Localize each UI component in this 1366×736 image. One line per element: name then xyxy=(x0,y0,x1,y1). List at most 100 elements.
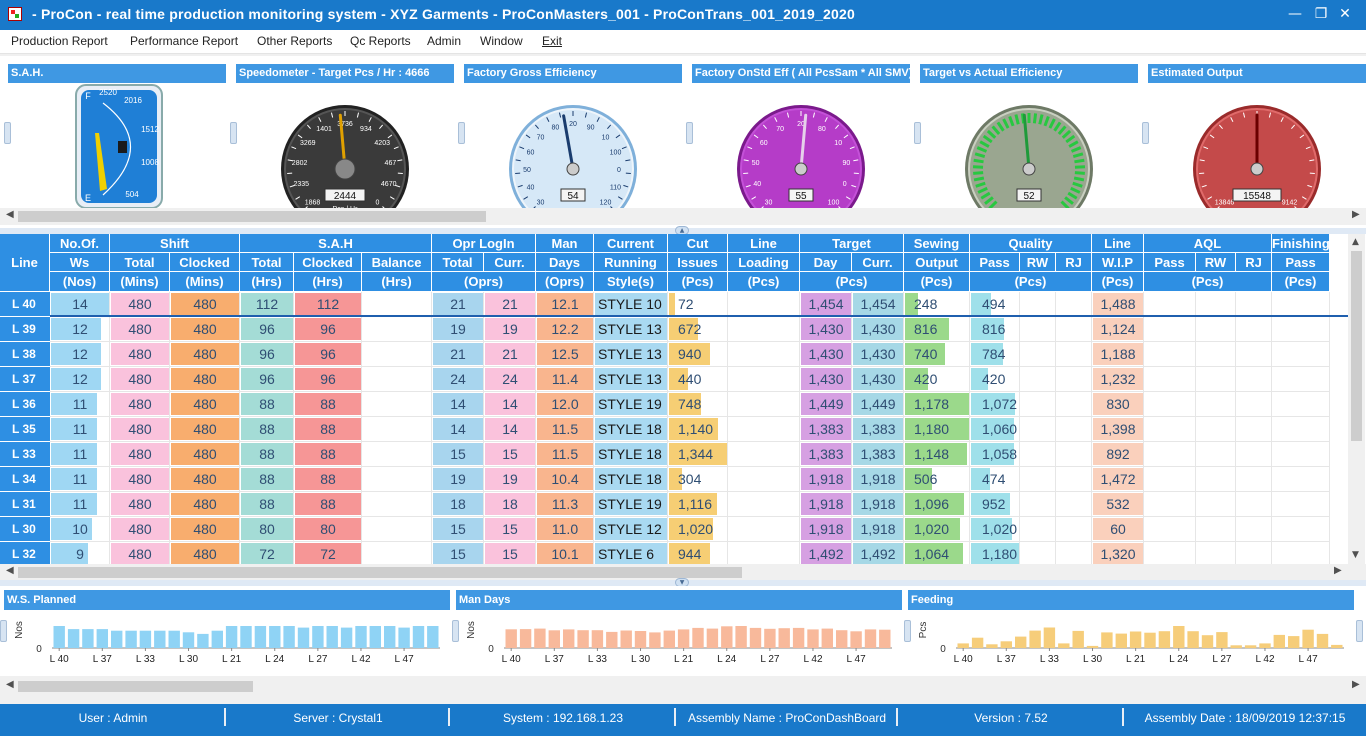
grid-cell[interactable] xyxy=(1020,367,1056,392)
grid-cell[interactable]: 96 xyxy=(240,342,294,367)
column-unit-header[interactable]: (Hrs) xyxy=(294,272,362,292)
column-header[interactable]: Pass xyxy=(1144,253,1196,272)
grid-cell[interactable]: 1,918 xyxy=(800,467,852,492)
grid-cell[interactable]: 1,344 xyxy=(668,442,728,467)
grid-cell[interactable]: 784 xyxy=(970,342,1020,367)
grid-cell[interactable]: 1,430 xyxy=(852,367,904,392)
grid-cell[interactable] xyxy=(1056,492,1092,517)
grid-cell[interactable]: 24 xyxy=(484,367,536,392)
grid-cell[interactable]: 15 xyxy=(484,442,536,467)
grid-cell[interactable]: STYLE 18 xyxy=(594,442,668,467)
grid-cell[interactable]: 1,449 xyxy=(852,392,904,417)
column-group-header[interactable]: Line xyxy=(1092,234,1144,253)
grid-vertical-scrollbar[interactable]: ▲ ▼ xyxy=(1348,234,1365,564)
grid-cell[interactable] xyxy=(1020,392,1056,417)
panel-toggle-icon[interactable] xyxy=(458,122,465,144)
column-unit-header[interactable]: (Oprs) xyxy=(536,272,594,292)
grid-cell[interactable]: 14 xyxy=(432,417,484,442)
scroll-left-icon[interactable]: ◀ xyxy=(6,565,14,576)
grid-cell[interactable] xyxy=(728,517,800,542)
row-line-label[interactable]: L 34 xyxy=(0,467,50,492)
panel-toggle-icon[interactable] xyxy=(686,122,693,144)
column-header[interactable]: Clocked xyxy=(294,253,362,272)
grid-cell[interactable] xyxy=(1196,342,1236,367)
grid-cell[interactable] xyxy=(1236,442,1272,467)
grid-cell[interactable]: 1,383 xyxy=(800,417,852,442)
grid-cell[interactable] xyxy=(1236,342,1272,367)
grid-cell[interactable] xyxy=(1144,417,1196,442)
grid-cell[interactable]: 19 xyxy=(484,467,536,492)
grid-cell[interactable] xyxy=(1056,342,1092,367)
grid-cell[interactable]: 1,430 xyxy=(852,317,904,342)
grid-cell[interactable]: 18 xyxy=(484,492,536,517)
grid-cell[interactable]: 480 xyxy=(170,317,240,342)
panel-toggle-icon[interactable] xyxy=(230,122,237,144)
grid-cell[interactable]: 96 xyxy=(240,367,294,392)
grid-cell[interactable]: 88 xyxy=(240,492,294,517)
grid-cell[interactable] xyxy=(1196,492,1236,517)
grid-cell[interactable]: 1,178 xyxy=(904,392,970,417)
panel-toggle-icon[interactable] xyxy=(4,122,11,144)
grid-cell[interactable] xyxy=(728,417,800,442)
column-unit-header[interactable]: (Pcs) xyxy=(800,272,904,292)
grid-cell[interactable] xyxy=(728,292,800,317)
grid-cell[interactable] xyxy=(1272,342,1330,367)
menu-performance-report[interactable]: Performance Report xyxy=(130,34,238,48)
grid-cell[interactable]: 11 xyxy=(50,392,110,417)
grid-cell[interactable] xyxy=(728,442,800,467)
grid-cell[interactable]: 1,918 xyxy=(852,492,904,517)
column-header[interactable]: Total xyxy=(432,253,484,272)
grid-cell[interactable]: 506 xyxy=(904,467,970,492)
scroll-right-icon[interactable]: ▶ xyxy=(1352,209,1360,220)
grid-cell[interactable]: 304 xyxy=(668,467,728,492)
column-header[interactable]: Loading xyxy=(728,253,800,272)
grid-cell[interactable]: 96 xyxy=(294,317,362,342)
grid-cell[interactable] xyxy=(1020,342,1056,367)
grid-cell[interactable] xyxy=(1056,392,1092,417)
grid-cell[interactable] xyxy=(1144,317,1196,342)
column-header[interactable]: Balance xyxy=(362,253,432,272)
grid-cell[interactable]: 248 xyxy=(904,292,970,317)
column-group-header[interactable]: Finishing xyxy=(1272,234,1330,253)
grid-cell[interactable]: 21 xyxy=(484,292,536,317)
grid-cell[interactable]: 1,020 xyxy=(970,517,1020,542)
grid-cell[interactable] xyxy=(1196,467,1236,492)
column-unit-header[interactable]: (Oprs) xyxy=(432,272,536,292)
grid-cell[interactable]: 88 xyxy=(240,392,294,417)
panel-toggle-icon[interactable] xyxy=(452,620,459,642)
grid-cell[interactable] xyxy=(362,442,432,467)
grid-cell[interactable]: 60 xyxy=(1092,517,1144,542)
column-unit-header[interactable]: (Nos) xyxy=(50,272,110,292)
column-unit-header[interactable]: (Mins) xyxy=(110,272,170,292)
grid-cell[interactable]: 892 xyxy=(1092,442,1144,467)
column-group-header[interactable]: Current xyxy=(594,234,668,253)
grid-cell[interactable]: 10.4 xyxy=(536,467,594,492)
grid-cell[interactable]: 1,918 xyxy=(852,467,904,492)
grid-cell[interactable]: 21 xyxy=(484,342,536,367)
scroll-up-icon[interactable]: ▲ xyxy=(1352,237,1359,247)
grid-cell[interactable]: 480 xyxy=(170,392,240,417)
grid-cell[interactable]: 88 xyxy=(294,417,362,442)
chart-panel-scrollbar[interactable]: ◀ ▶ xyxy=(0,678,1366,695)
grid-cell[interactable]: 80 xyxy=(294,517,362,542)
grid-cell[interactable]: 88 xyxy=(240,467,294,492)
grid-cell[interactable]: 10 xyxy=(50,517,110,542)
grid-cell[interactable]: 480 xyxy=(110,317,170,342)
grid-cell[interactable]: 12.0 xyxy=(536,392,594,417)
column-unit-header[interactable]: (Hrs) xyxy=(240,272,294,292)
column-unit-header[interactable]: (Pcs) xyxy=(970,272,1092,292)
grid-cell[interactable] xyxy=(728,392,800,417)
grid-cell[interactable] xyxy=(1236,467,1272,492)
grid-cell[interactable]: 672 xyxy=(668,317,728,342)
column-header[interactable]: Curr. xyxy=(484,253,536,272)
grid-cell[interactable] xyxy=(1236,392,1272,417)
grid-cell[interactable]: 96 xyxy=(294,342,362,367)
grid-cell[interactable] xyxy=(1196,392,1236,417)
row-line-label[interactable]: L 38 xyxy=(0,342,50,367)
grid-cell[interactable]: 11.5 xyxy=(536,417,594,442)
scroll-left-icon[interactable]: ◀ xyxy=(6,209,14,220)
grid-cell[interactable] xyxy=(362,342,432,367)
column-group-header[interactable]: No.Of. xyxy=(50,234,110,253)
grid-cell[interactable]: STYLE 18 xyxy=(594,467,668,492)
grid-cell[interactable]: 480 xyxy=(110,392,170,417)
